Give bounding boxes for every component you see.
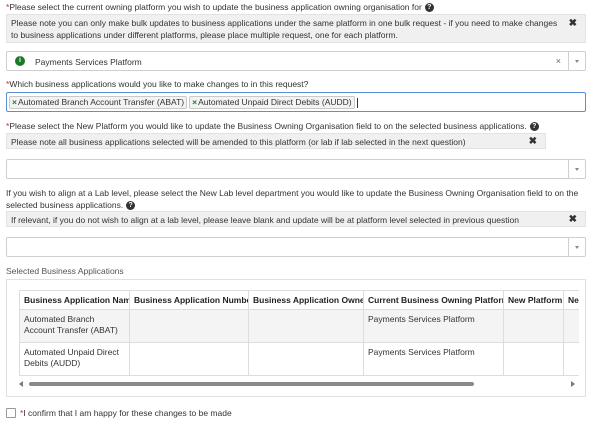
tag-audd[interactable]: ×Automated Unpaid Direct Debits (AUDD) bbox=[189, 96, 355, 109]
table-viewport[interactable]: Business Application Name Business Appli… bbox=[19, 290, 579, 376]
column-header[interactable]: Business Application Name bbox=[19, 290, 130, 310]
table-cell: Automated Unpaid Direct Debits (AUDD) bbox=[19, 342, 130, 376]
text-cursor bbox=[356, 97, 358, 108]
table-cell bbox=[563, 342, 579, 376]
q2-multiselect[interactable]: ×Automated Branch Account Transfer (ABAT… bbox=[6, 92, 586, 112]
table-cell: Automated Branch Account Transfer (ABAT) bbox=[19, 309, 130, 343]
q1-platform-select[interactable]: i Payments Services Platform × bbox=[6, 51, 586, 71]
table-title: Selected Business Applications bbox=[6, 266, 124, 276]
chevron-down-icon[interactable] bbox=[568, 160, 585, 178]
q4-label: If you wish to align at a Lab level, ple… bbox=[6, 188, 579, 210]
table-row[interactable]: Automated Unpaid Direct Debits (AUDD) Pa… bbox=[19, 342, 579, 376]
column-header[interactable]: Ne bbox=[563, 290, 579, 310]
chevron-down-icon[interactable] bbox=[568, 238, 585, 256]
table-cell bbox=[563, 309, 579, 343]
q4-lab-select[interactable] bbox=[6, 237, 586, 257]
remove-tag-icon[interactable]: × bbox=[192, 97, 197, 107]
table-cell: Payments Services Platform bbox=[363, 309, 504, 343]
q3-label: Please select the New Platform you would… bbox=[9, 121, 527, 131]
table-cell bbox=[129, 342, 249, 376]
q4-label-row: If you wish to align at a Lab level, ple… bbox=[6, 187, 591, 211]
table-cell bbox=[248, 342, 364, 376]
confirm-checkbox[interactable] bbox=[6, 408, 16, 418]
q1-label-row: *Please select the current owning platfo… bbox=[6, 2, 434, 13]
close-icon[interactable]: ✖ bbox=[569, 18, 577, 30]
q2-label: Which business applications would you li… bbox=[9, 79, 309, 89]
table-cell bbox=[248, 309, 364, 343]
q1-selected-value: Payments Services Platform bbox=[35, 57, 142, 67]
column-header[interactable]: Business Application Owner bbox=[248, 290, 364, 310]
column-header[interactable]: Business Application Number bbox=[129, 290, 249, 310]
q1-label: Please select the current owning platfor… bbox=[9, 2, 422, 12]
table-panel: Business Application Name Business Appli… bbox=[6, 279, 586, 397]
close-icon[interactable]: ✖ bbox=[529, 136, 537, 148]
remove-tag-icon[interactable]: × bbox=[12, 97, 17, 107]
q3-note-text: Please note all business applications se… bbox=[11, 137, 466, 147]
scroll-left-icon[interactable] bbox=[19, 381, 23, 387]
close-icon[interactable]: ✖ bbox=[569, 214, 577, 226]
q3-platform-select[interactable] bbox=[6, 159, 586, 179]
chevron-down-icon[interactable] bbox=[568, 52, 585, 70]
clear-icon[interactable]: × bbox=[556, 56, 561, 66]
q2-label-row: *Which business applications would you l… bbox=[6, 79, 308, 89]
scroll-right-icon[interactable] bbox=[571, 381, 575, 387]
q3-info-note: Please note all business applications se… bbox=[6, 133, 546, 149]
applications-table: Business Application Name Business Appli… bbox=[19, 290, 579, 376]
confirm-label-row: *I confirm that I am happy for these cha… bbox=[20, 408, 232, 418]
help-icon[interactable]: ? bbox=[529, 122, 539, 132]
q4-info-note: If relevant, if you do not wish to align… bbox=[6, 211, 586, 227]
table-header-row: Business Application Name Business Appli… bbox=[19, 290, 579, 310]
confirm-label: I confirm that I am happy for these chan… bbox=[23, 408, 232, 418]
table-cell bbox=[503, 342, 564, 376]
table-cell bbox=[503, 309, 564, 343]
q3-label-row: *Please select the New Platform you woul… bbox=[6, 121, 539, 132]
q4-note-text: If relevant, if you do not wish to align… bbox=[11, 215, 519, 225]
q1-info-note: Please note you can only make bulk updat… bbox=[6, 14, 586, 43]
column-header[interactable]: Current Business Owning Platform bbox=[363, 290, 504, 310]
tag-abat[interactable]: ×Automated Branch Account Transfer (ABAT… bbox=[9, 96, 188, 109]
table-row[interactable]: Automated Branch Account Transfer (ABAT)… bbox=[19, 309, 579, 343]
help-icon[interactable]: ? bbox=[126, 201, 136, 211]
q1-note-text: Please note you can only make bulk updat… bbox=[11, 18, 558, 40]
scrollbar-thumb[interactable] bbox=[29, 382, 474, 386]
table-cell bbox=[129, 309, 249, 343]
help-icon[interactable]: ? bbox=[424, 3, 434, 13]
horizontal-scrollbar[interactable] bbox=[19, 380, 575, 388]
column-header[interactable]: New Platform bbox=[503, 290, 564, 310]
table-cell: Payments Services Platform bbox=[363, 342, 504, 376]
info-icon: i bbox=[15, 56, 25, 66]
